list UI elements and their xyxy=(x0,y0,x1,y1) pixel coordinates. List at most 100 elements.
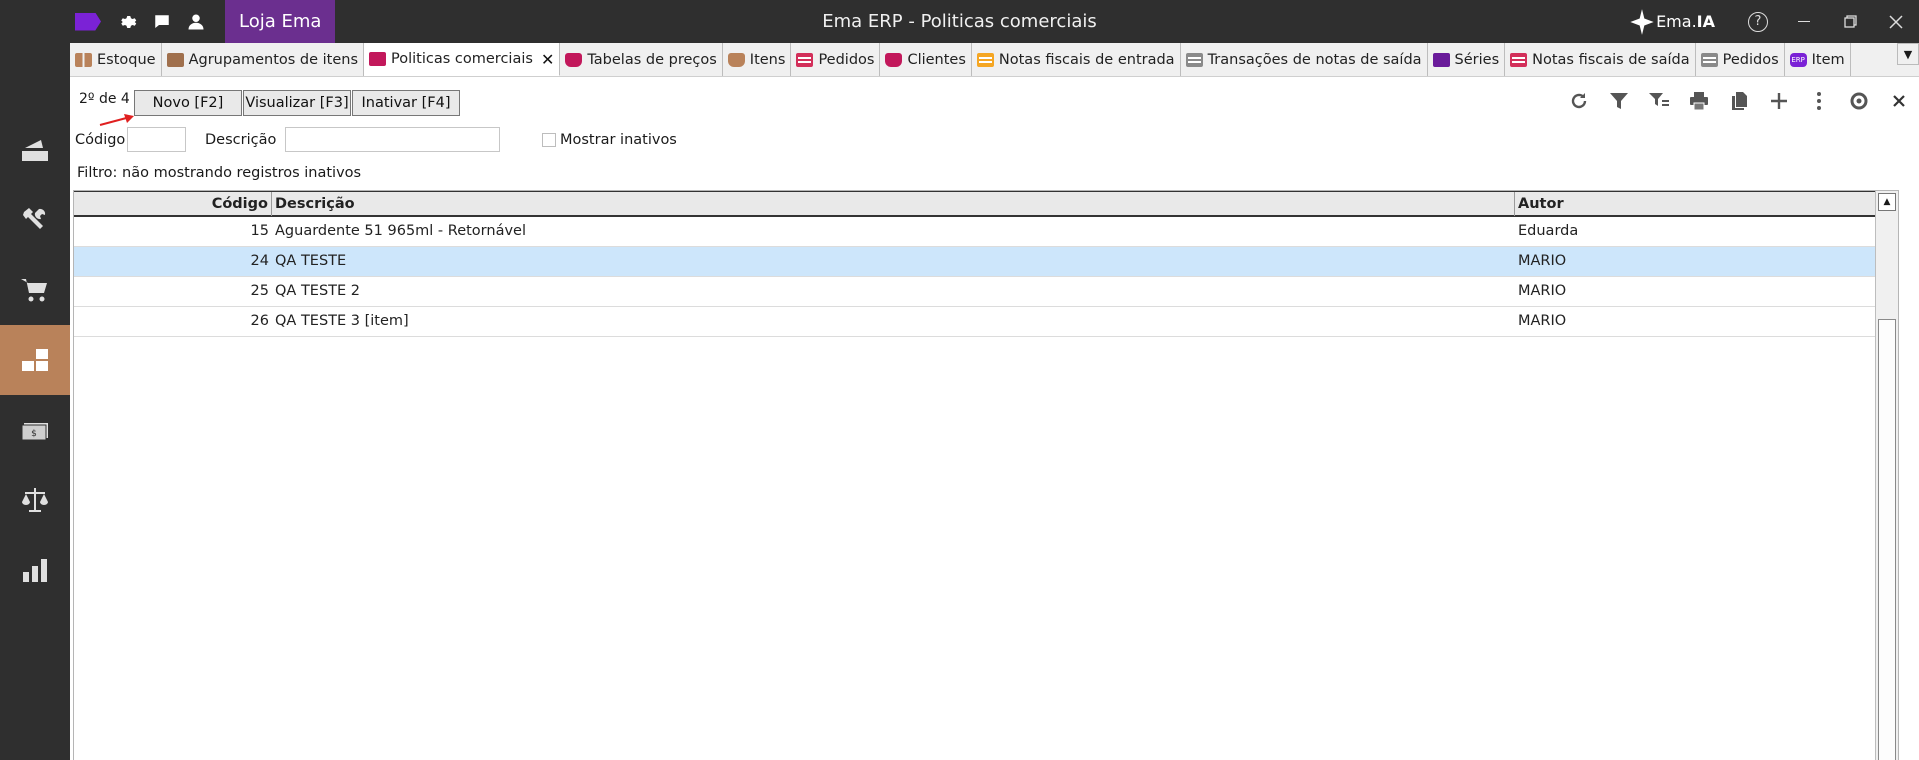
plus-icon xyxy=(1771,93,1787,109)
tab-6[interactable]: Clientes xyxy=(880,43,972,76)
cell-author: Eduarda xyxy=(1518,223,1579,239)
settings-icon[interactable] xyxy=(111,0,145,43)
new-button[interactable]: Novo [F2] xyxy=(134,90,242,116)
title-bar: Loja Ema Ema ERP - Politicas comerciais … xyxy=(0,0,1919,43)
tab-12[interactable]: ERP Item xyxy=(1785,43,1851,76)
show-inactive-checkbox[interactable] xyxy=(542,133,556,147)
toolbar-icons xyxy=(1559,78,1919,124)
tab-0[interactable]: Estoque xyxy=(70,43,162,76)
cash-register-icon xyxy=(22,140,48,161)
ema-logo-icon[interactable] xyxy=(75,12,101,31)
add-button[interactable] xyxy=(1759,78,1799,124)
close-view-button[interactable] xyxy=(1879,78,1919,124)
view-button[interactable]: Visualizar [F3] xyxy=(243,90,351,116)
tools-icon xyxy=(23,208,46,229)
sidebar: $ xyxy=(0,43,70,760)
scroll-thumb[interactable] xyxy=(1878,319,1896,760)
inactivate-button[interactable]: Inativar [F4] xyxy=(352,90,460,116)
cell-code: 25 xyxy=(250,283,269,299)
column-header-description[interactable]: Descrição xyxy=(272,192,1515,216)
tab-1[interactable]: Agrupamentos de itens xyxy=(162,43,365,76)
tab-label: Agrupamentos de itens xyxy=(188,51,359,68)
record-counter: 2º de 4 xyxy=(79,91,130,107)
filter-settings-button[interactable] xyxy=(1639,78,1679,124)
user-icon[interactable] xyxy=(179,0,213,43)
svg-text:$: $ xyxy=(31,429,37,439)
grid-header: Código Descrição Autor xyxy=(74,191,1897,217)
code-label: Código xyxy=(75,132,126,148)
sidebar-item-tools[interactable] xyxy=(0,185,70,255)
table-row[interactable]: 24 QA TESTE MARIO xyxy=(74,247,1897,277)
table-row[interactable]: 26 QA TESTE 3 [item] MARIO xyxy=(74,307,1897,337)
minimize-button[interactable] xyxy=(1781,0,1827,43)
data-grid: Código Descrição Autor 15 Aguardente 51 9… xyxy=(73,190,1899,760)
filter-icon xyxy=(1610,93,1628,109)
copy-icon xyxy=(1732,92,1747,110)
tab-label: Item xyxy=(1811,51,1845,68)
sidebar-item-cash-register[interactable] xyxy=(0,115,70,185)
restore-icon xyxy=(1843,15,1857,28)
tab-label: Tabelas de preços xyxy=(587,51,717,68)
help-icon: ? xyxy=(1748,11,1768,32)
boxes-icon xyxy=(22,349,48,371)
list-icon xyxy=(1700,52,1718,67)
store-button[interactable]: Loja Ema xyxy=(225,0,336,43)
tab-10[interactable]: Notas fiscais de saída xyxy=(1505,43,1696,76)
title-bar-left: Loja Ema xyxy=(0,0,336,43)
description-input[interactable] xyxy=(285,127,500,152)
settings-button[interactable] xyxy=(1839,78,1879,124)
cell-code: 15 xyxy=(250,223,269,239)
help-button[interactable]: ? xyxy=(1735,0,1781,43)
tab-5[interactable]: Pedidos xyxy=(791,43,881,76)
filter-row: Código Descrição Mostrar inativos xyxy=(70,124,1919,156)
folder-icon xyxy=(369,52,387,66)
filter-button[interactable] xyxy=(1599,78,1639,124)
tab-9[interactable]: Séries xyxy=(1428,43,1506,76)
cell-description: QA TESTE xyxy=(275,253,347,269)
sidebar-item-inventory[interactable] xyxy=(0,325,70,395)
tab-label: Notas fiscais de saída xyxy=(1532,51,1690,68)
table-row[interactable]: 25 QA TESTE 2 MARIO xyxy=(74,277,1897,307)
copy-button[interactable] xyxy=(1719,78,1759,124)
close-tab-icon[interactable]: ✕ xyxy=(541,50,554,69)
table-row[interactable]: 15 Aguardente 51 965ml - Retornável Eduard… xyxy=(74,217,1897,247)
sidebar-item-finance[interactable]: $ xyxy=(0,395,70,465)
ema-ia-prefix: Ema. xyxy=(1656,12,1697,31)
tab-overflow-button[interactable]: ▼ xyxy=(1897,43,1919,65)
printer-icon xyxy=(1690,92,1708,111)
sidebar-item-cart[interactable] xyxy=(0,255,70,325)
column-header-code[interactable]: Código xyxy=(74,192,272,216)
tab-4[interactable]: Itens xyxy=(723,43,792,76)
tray-icon xyxy=(727,52,745,67)
minimize-icon xyxy=(1798,21,1810,22)
sidebar-item-reports[interactable] xyxy=(0,535,70,605)
tab-8[interactable]: Transações de notas de saída xyxy=(1181,43,1428,76)
sparkle-icon xyxy=(1630,8,1654,35)
sidebar-item-fiscal[interactable] xyxy=(0,465,70,535)
vertical-scrollbar[interactable]: ▲ xyxy=(1875,191,1898,760)
tab-label: Politicas comerciais xyxy=(391,51,533,67)
restore-button[interactable] xyxy=(1827,0,1873,43)
more-options-button[interactable] xyxy=(1799,78,1839,124)
tab-2[interactable]: Politicas comerciais ✕ xyxy=(364,43,561,76)
tab-label: Clientes xyxy=(907,51,966,68)
scales-icon xyxy=(22,488,48,512)
tab-11[interactable]: Pedidos xyxy=(1696,43,1785,76)
chat-icon[interactable] xyxy=(145,0,179,43)
tab-7[interactable]: Notas fiscais de entrada xyxy=(972,43,1181,76)
blocks-icon xyxy=(75,52,92,67)
code-input[interactable] xyxy=(127,127,186,152)
ema-ia-button[interactable]: Ema. IA xyxy=(1628,8,1715,36)
close-window-button[interactable] xyxy=(1873,0,1919,43)
cell-code: 26 xyxy=(250,313,269,329)
print-button[interactable] xyxy=(1679,78,1719,124)
tab-bar: Estoque Agrupamentos de itens Politicas co… xyxy=(70,43,1919,77)
money-icon: $ xyxy=(21,423,48,441)
column-header-author[interactable]: Autor xyxy=(1515,192,1897,216)
scroll-up-button[interactable]: ▲ xyxy=(1878,193,1896,211)
cell-description: QA TESTE 2 xyxy=(275,283,361,299)
cart-icon xyxy=(21,279,47,302)
tab-label: Itens xyxy=(749,51,786,68)
refresh-button[interactable] xyxy=(1559,78,1599,124)
tab-3[interactable]: Tabelas de preços xyxy=(560,43,723,76)
